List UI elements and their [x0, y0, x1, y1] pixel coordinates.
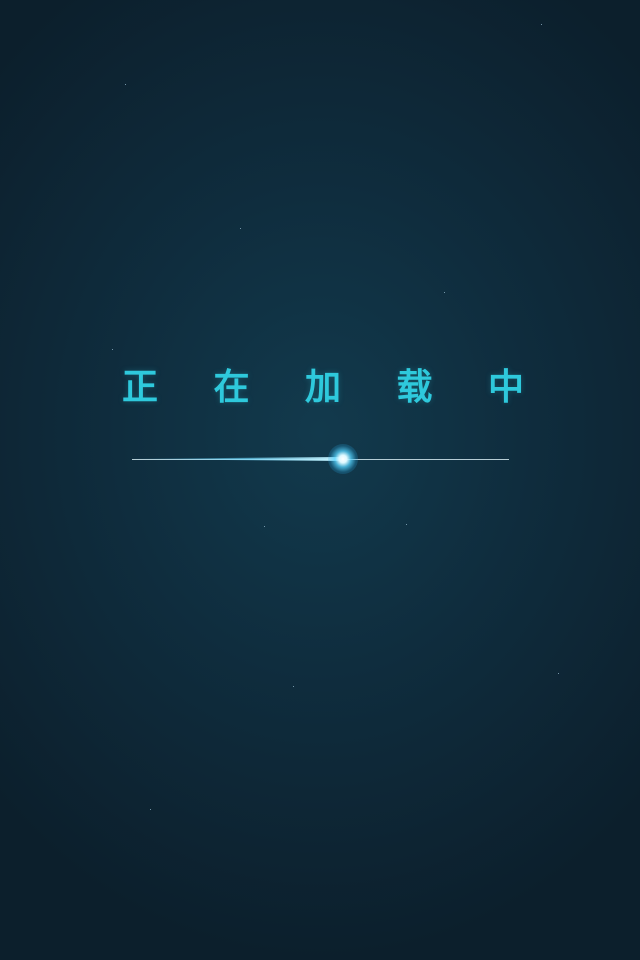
loading-title-char: 在: [213, 367, 250, 408]
loading-title-char: 加: [304, 367, 341, 408]
star: [541, 24, 542, 25]
star: [406, 524, 407, 525]
loading-title-char: 中: [487, 367, 524, 408]
star: [444, 292, 445, 293]
loading-screen: 正 在 加 载 中: [0, 0, 640, 960]
star: [293, 686, 294, 687]
loading-title-char: 载: [396, 367, 433, 408]
star: [240, 228, 241, 229]
progress-glow-icon: [328, 444, 359, 474]
star: [125, 84, 126, 85]
star: [150, 809, 151, 810]
progress-fill: [132, 457, 344, 461]
star: [558, 673, 559, 674]
star: [112, 349, 113, 350]
star: [264, 526, 265, 527]
loading-title-char: 正: [121, 367, 158, 408]
loading-title: 正 在 加 载 中: [116, 362, 530, 414]
